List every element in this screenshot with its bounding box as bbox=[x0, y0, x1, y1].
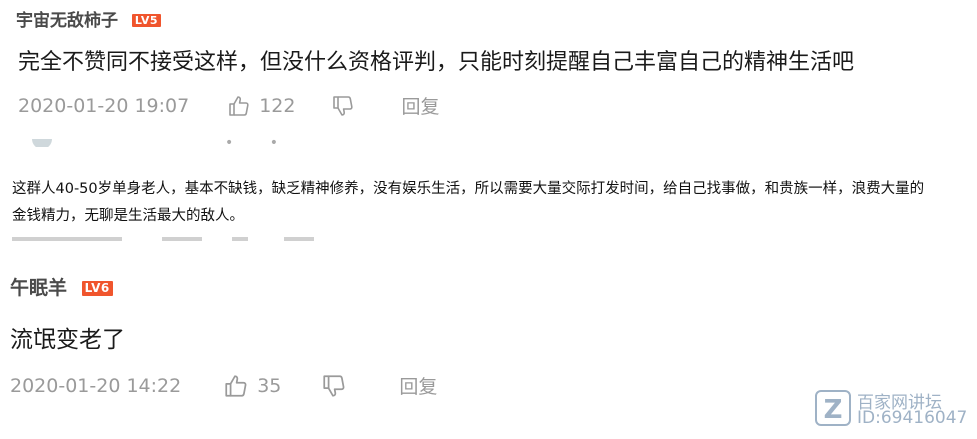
comment-2-text: 流氓变老了 bbox=[10, 327, 125, 353]
thumbs-down-icon bbox=[333, 95, 354, 116]
comment-2-like-button[interactable]: 35 bbox=[223, 373, 281, 399]
watermark-logo-icon: Z bbox=[815, 390, 851, 426]
comment-1-level-badge: LV5 bbox=[131, 14, 162, 27]
comment-1-username[interactable]: 宇宙无敌柿子 bbox=[16, 11, 118, 31]
cropped-comment-row: • • bbox=[20, 139, 320, 147]
comment-1-meta: 2020-01-20 19:07 122 回复 bbox=[18, 92, 440, 119]
comment-1-like-count: 122 bbox=[259, 94, 296, 117]
avatar bbox=[32, 139, 52, 147]
thumbs-down-icon bbox=[323, 374, 345, 397]
thumbs-up-icon bbox=[225, 374, 247, 397]
comment-2-username[interactable]: 午眠羊 bbox=[10, 277, 67, 299]
cropped-meta-fragments bbox=[12, 237, 314, 241]
comment-2-username-row: 午眠羊 LV6 bbox=[10, 273, 113, 300]
comment-2-level-badge: LV6 bbox=[81, 281, 113, 296]
comment-2-date: 2020-01-20 14:22 bbox=[10, 374, 182, 397]
comment-2-meta: 2020-01-20 14:22 35 回复 bbox=[10, 372, 437, 399]
comment-2-dislike-button[interactable] bbox=[321, 373, 347, 399]
cropped-meta-row bbox=[12, 236, 342, 242]
thumbs-up-icon bbox=[229, 95, 249, 116]
comment-2-reply-button[interactable]: 回复 bbox=[399, 372, 437, 399]
comment-1-date: 2020-01-20 19:07 bbox=[18, 94, 190, 117]
comment-1-like-button[interactable]: 122 bbox=[227, 94, 295, 118]
quote-text: 这群人40-50岁单身老人，基本不缺钱，缺乏精神修养，没有娱乐生活，所以需要大量… bbox=[12, 181, 925, 224]
comment-1-username-row: 宇宙无敌柿子 LV5 bbox=[16, 6, 162, 31]
comment-1-reply-button[interactable]: 回复 bbox=[401, 92, 439, 119]
cropped-dots: • • bbox=[225, 139, 294, 147]
comment-1-text: 完全不赞同不接受这样，但没什么资格评判，只能时刻提醒自己丰富自己的精神生活吧 bbox=[18, 50, 855, 75]
watermark-id: ID:69416047 bbox=[857, 408, 968, 428]
watermark: Z 百家网讲坛 ID:69416047 bbox=[815, 386, 975, 434]
comment-1-dislike-button[interactable] bbox=[331, 94, 355, 118]
comment-2-like-count: 35 bbox=[257, 374, 282, 397]
